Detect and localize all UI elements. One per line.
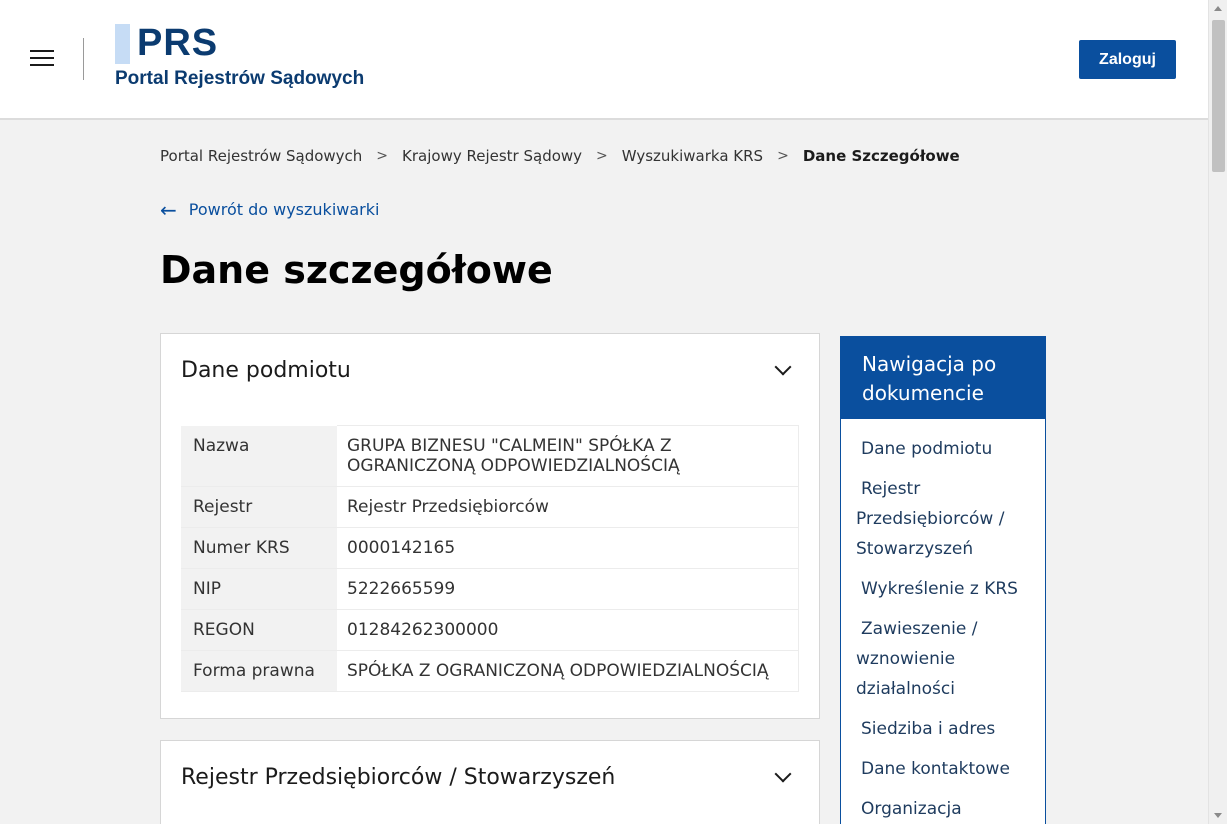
table-row: NIP 5222665599 bbox=[181, 568, 799, 610]
breadcrumb-item-krs[interactable]: Krajowy Rejestr Sądowy bbox=[402, 147, 582, 165]
register-toggle[interactable]: Rejestr Przedsiębiorców / Stowarzyszeń bbox=[181, 761, 799, 793]
row-label: Nazwa bbox=[181, 425, 337, 487]
breadcrumb-current: Dane Szczegółowe bbox=[802, 147, 960, 165]
breadcrumb-item-search[interactable]: Wyszukiwarka KRS bbox=[622, 147, 763, 165]
nav-item-label: Organizacja Pożytku bbox=[861, 799, 962, 819]
page-title: Dane szczegółowe bbox=[160, 248, 553, 292]
logo-bar bbox=[115, 24, 130, 64]
header-divider bbox=[83, 38, 84, 80]
site-header: PRS Portal Rejestrów Sądowych Zaloguj bbox=[0, 0, 1208, 120]
row-label: Forma prawna bbox=[181, 650, 337, 692]
document-navigation-list: Dane podmiotu Rejestr Przedsiębiorców / … bbox=[841, 419, 1045, 824]
entity-data-table: Nazwa GRUPA BIZNESU "CALMEIN" SPÓŁKA Z O… bbox=[181, 425, 799, 692]
nav-item-entity-data[interactable]: Dane podmiotu bbox=[841, 434, 1045, 474]
table-row: Forma prawna SPÓŁKA Z OGRANICZONĄ ODPOWI… bbox=[181, 650, 799, 692]
chevron-right-icon: > bbox=[777, 148, 789, 164]
register-card: Rejestr Przedsiębiorców / Stowarzyszeń bbox=[160, 740, 820, 824]
nav-item-public-benefit[interactable]: Organizacja Pożytku bbox=[841, 794, 1045, 824]
nav-item-deletion[interactable]: Wykreślenie z KRS bbox=[841, 574, 1045, 614]
arrow-left-icon: ← bbox=[160, 197, 177, 222]
scroll-thumb[interactable] bbox=[1212, 20, 1225, 172]
back-link-label: Powrót do wyszukiwarki bbox=[188, 200, 380, 219]
chevron-down-icon bbox=[774, 358, 792, 376]
entity-data-card: Dane podmiotu Nazwa GRUPA BIZNESU "CALME… bbox=[160, 333, 820, 719]
row-value: SPÓŁKA Z OGRANICZONĄ ODPOWIEDZIALNOŚCIĄ bbox=[337, 650, 799, 692]
logo-subtitle: Portal Rejestrów Sądowych bbox=[115, 68, 365, 89]
entity-data-title: Dane podmiotu bbox=[181, 357, 351, 383]
table-row: Numer KRS 0000142165 bbox=[181, 527, 799, 569]
row-value: GRUPA BIZNESU "CALMEIN" SPÓŁKA Z OGRANIC… bbox=[337, 425, 799, 487]
document-navigation-title: Nawigacja po dokumencie bbox=[841, 337, 1045, 419]
nav-item-suspension[interactable]: Zawieszenie / wznowienie działalności bbox=[841, 614, 1045, 714]
register-title: Rejestr Przedsiębiorców / Stowarzyszeń bbox=[181, 764, 616, 790]
row-label: REGON bbox=[181, 609, 337, 651]
back-to-search-link[interactable]: ← Powrót do wyszukiwarki bbox=[160, 197, 380, 222]
table-row: Nazwa GRUPA BIZNESU "CALMEIN" SPÓŁKA Z O… bbox=[181, 425, 799, 487]
row-label: NIP bbox=[181, 568, 337, 610]
row-label: Rejestr bbox=[181, 486, 337, 528]
chevron-down-icon bbox=[774, 765, 792, 783]
scroll-down-icon[interactable] bbox=[1214, 813, 1222, 818]
nav-item-contact[interactable]: Dane kontaktowe bbox=[841, 754, 1045, 794]
nav-item-label: Dane kontaktowe bbox=[861, 759, 1010, 779]
nav-item-register[interactable]: Rejestr Przedsiębiorców / Stowarzyszeń bbox=[841, 474, 1045, 574]
chevron-right-icon: > bbox=[596, 148, 608, 164]
hamburger-menu-icon[interactable] bbox=[30, 50, 54, 68]
row-value: 0000142165 bbox=[337, 527, 799, 569]
chevron-right-icon: > bbox=[376, 148, 389, 164]
vertical-scrollbar[interactable] bbox=[1208, 0, 1227, 824]
table-row: REGON 01284262300000 bbox=[181, 609, 799, 651]
table-row: Rejestr Rejestr Przedsiębiorców bbox=[181, 486, 799, 528]
row-value: 5222665599 bbox=[337, 568, 799, 610]
document-navigation: Nawigacja po dokumencie Dane podmiotu Re… bbox=[840, 336, 1046, 824]
nav-item-address[interactable]: Siedziba i adres bbox=[841, 714, 1045, 754]
breadcrumb: Portal Rejestrów Sądowych > Krajowy Reje… bbox=[160, 147, 960, 165]
logo-title: PRS bbox=[137, 22, 219, 64]
scroll-up-icon[interactable] bbox=[1214, 6, 1222, 11]
nav-item-label: Dane podmiotu bbox=[861, 439, 993, 459]
nav-item-label: Wykreślenie z KRS bbox=[861, 579, 1018, 599]
nav-item-label: Zawieszenie / wznowienie działalności bbox=[856, 619, 978, 699]
row-value: 01284262300000 bbox=[337, 609, 799, 651]
nav-item-label: Siedziba i adres bbox=[861, 719, 996, 739]
breadcrumb-item-portal[interactable]: Portal Rejestrów Sądowych bbox=[160, 147, 362, 165]
entity-data-toggle[interactable]: Dane podmiotu bbox=[181, 354, 799, 386]
nav-item-label: Rejestr Przedsiębiorców / Stowarzyszeń bbox=[856, 479, 1005, 559]
row-value: Rejestr Przedsiębiorców bbox=[337, 486, 799, 528]
login-button[interactable]: Zaloguj bbox=[1079, 40, 1176, 79]
row-label: Numer KRS bbox=[181, 527, 337, 569]
